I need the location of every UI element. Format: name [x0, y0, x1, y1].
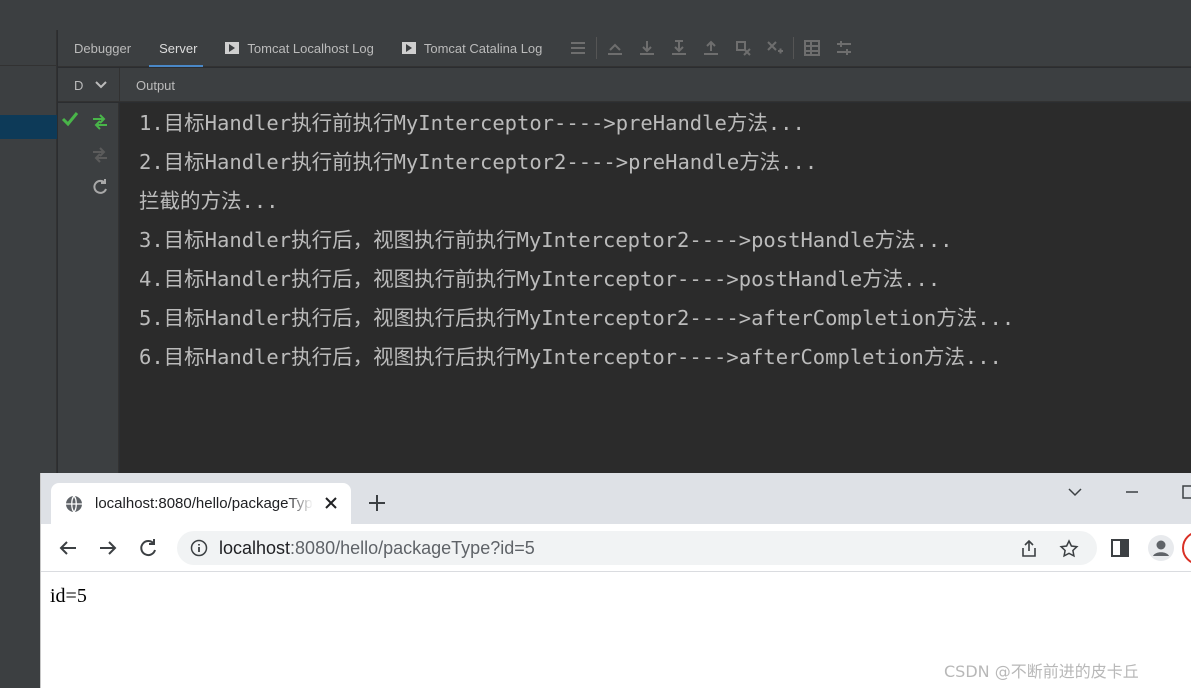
tab-server[interactable]: Server	[143, 30, 209, 67]
globe-icon	[66, 495, 82, 513]
tab-label: Debugger	[74, 40, 132, 56]
browser-tab[interactable]: localhost:8080/hello/packageType?id=5	[51, 483, 351, 524]
tab-debugger[interactable]: Debugger	[58, 30, 143, 66]
console-line: 4.目标Handler执行后，视图执行前执行MyInterceptor---->…	[139, 267, 941, 291]
console-line: 拦截的方法...	[139, 189, 279, 213]
step-out-icon[interactable]	[695, 30, 727, 67]
browser-toolbar: localhost:8080/hello/packageType?id=5	[41, 524, 1191, 572]
step-over-icon[interactable]	[631, 30, 663, 67]
share-icon[interactable]	[1019, 539, 1039, 559]
tab-tomcat-localhost-log[interactable]: Tomcat Localhost Log	[209, 30, 385, 66]
log-tab-icon	[225, 42, 240, 54]
chevron-down-icon[interactable]	[1066, 483, 1084, 501]
settings-icon[interactable]	[828, 30, 860, 67]
chevron-down-icon[interactable]	[94, 78, 108, 92]
close-icon[interactable]	[323, 495, 339, 511]
forward-icon[interactable]	[97, 537, 119, 559]
selected-tree-item[interactable]	[0, 115, 57, 139]
console-line: 6.目标Handler执行后，视图执行后执行MyInterceptor---->…	[139, 345, 1002, 369]
step-into-icon[interactable]	[663, 30, 695, 67]
scroll-to-top-icon[interactable]	[599, 30, 631, 67]
toolbar-separator	[596, 37, 598, 59]
browser-window: localhost:8080/hello/packageType?id=5 lo…	[40, 473, 1191, 688]
tab-label: Tomcat Catalina Log	[423, 40, 543, 56]
watermark: CSDN @不断前进的皮卡丘	[944, 662, 1139, 681]
panel-divider	[0, 65, 57, 66]
table-icon[interactable]	[796, 30, 828, 67]
address-bar[interactable]: localhost:8080/hello/packageType?id=5	[177, 531, 1097, 565]
profile-avatar-icon[interactable]	[1147, 534, 1175, 562]
debug-toolbar	[562, 30, 860, 66]
address-host: localhost	[219, 538, 291, 558]
toolbar-separator	[793, 37, 795, 59]
info-icon[interactable]	[190, 539, 208, 557]
deployment-label[interactable]: D	[74, 78, 83, 93]
address-path: :8080/hello/packageType?id=5	[290, 538, 535, 558]
back-icon[interactable]	[57, 537, 79, 559]
console-line: 5.目标Handler执行后，视图执行后执行MyInterceptor2----…	[139, 306, 1015, 330]
tab-tomcat-catalina-log[interactable]: Tomcat Catalina Log	[386, 30, 555, 66]
console-line: 1.目标Handler执行前执行MyInterceptor---->preHan…	[139, 111, 805, 135]
refresh-icon[interactable]	[90, 177, 110, 197]
reload-icon[interactable]	[137, 537, 159, 559]
console-line: 3.目标Handler执行后，视图执行前执行MyInterceptor2----…	[139, 228, 953, 252]
star-icon[interactable]	[1059, 539, 1079, 559]
output-label: Output	[136, 78, 176, 93]
maximize-icon[interactable]	[1180, 483, 1191, 501]
ide-title-area	[0, 0, 1191, 30]
menu-icon[interactable]	[562, 30, 594, 67]
check-icon	[60, 109, 80, 129]
new-tab-icon[interactable]	[367, 493, 387, 513]
subbar-divider	[119, 68, 120, 102]
tab-label: Server	[159, 40, 198, 56]
output-subbar: D Output	[58, 68, 1191, 102]
minimize-icon[interactable]	[1123, 483, 1141, 501]
redeploy-icon[interactable]	[90, 112, 110, 132]
browser-tab-title: localhost:8080/hello/packageType?id=5	[95, 495, 313, 512]
run-to-cursor-icon[interactable]	[727, 30, 759, 67]
browser-tab-strip: localhost:8080/hello/packageType?id=5	[41, 473, 1191, 524]
tab-label: Tomcat Localhost Log	[247, 40, 374, 56]
address-url: localhost:8080/hello/packageType?id=5	[219, 538, 535, 559]
extension-icon[interactable]	[1181, 530, 1191, 566]
page-content: id=5	[50, 585, 87, 607]
run-tool-window-tabs: Debugger Server Tomcat Localhost Log Tom…	[58, 30, 1191, 67]
evaluate-icon[interactable]	[759, 30, 791, 67]
side-panel-icon[interactable]	[1109, 537, 1131, 559]
log-tab-icon	[401, 42, 416, 54]
console-line: 2.目标Handler执行前执行MyInterceptor2---->preHa…	[139, 150, 818, 174]
update-icon[interactable]	[90, 145, 110, 165]
